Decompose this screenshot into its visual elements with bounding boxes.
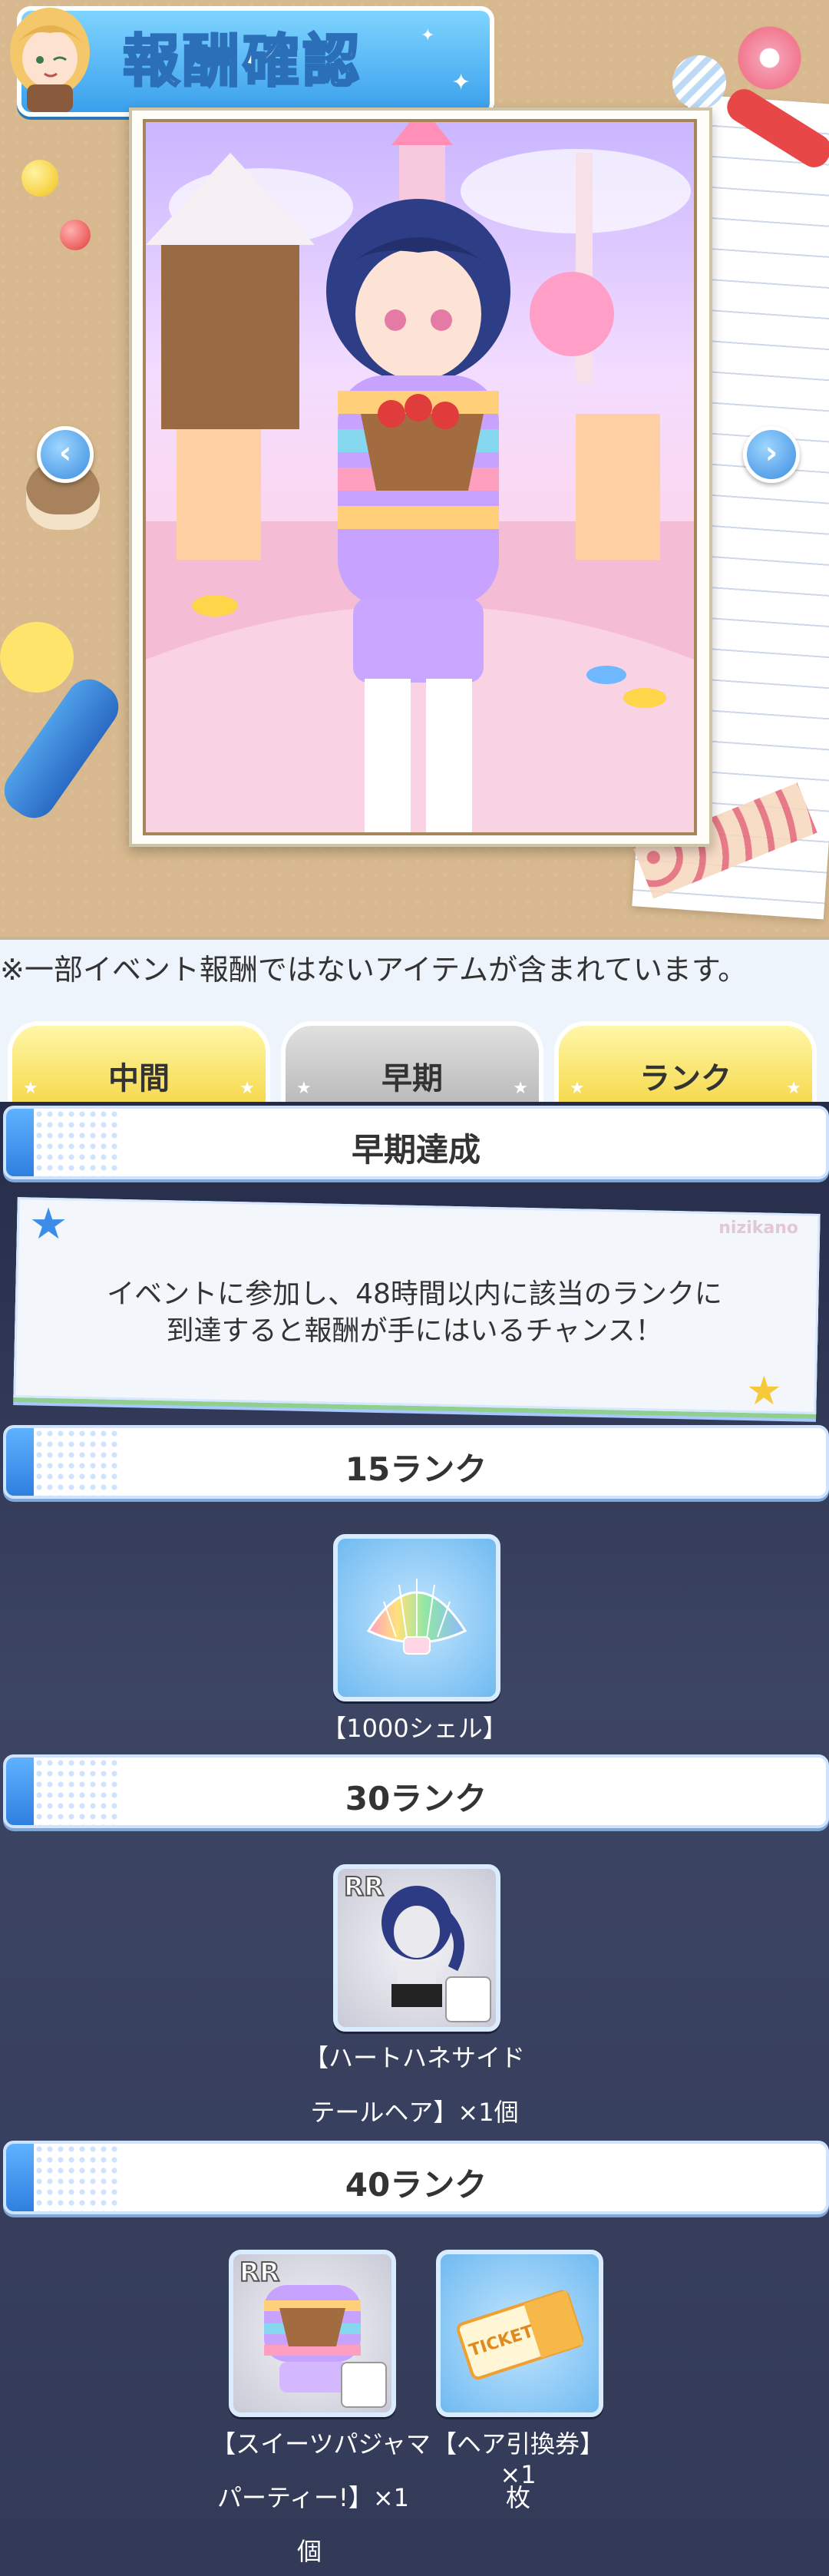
section-header: 早期達成 xyxy=(3,1106,829,1179)
reward-item-label: 個 xyxy=(296,2537,322,2566)
rarity-badge: RR xyxy=(343,1871,385,1903)
reward-item-outfit[interactable]: RR xyxy=(229,2250,396,2417)
reward-item-hair[interactable]: RR xyxy=(333,1864,500,2032)
rank-header-15: 15ランク xyxy=(3,1425,829,1499)
outfit-category-icon xyxy=(341,2362,387,2408)
candy-ball-yellow xyxy=(21,160,58,197)
rank-title: 15ランク xyxy=(345,1450,487,1488)
notice-text: ※一部イベント報酬ではないアイテムが含まれています。 xyxy=(0,953,748,987)
star-icon: ★ xyxy=(746,1368,782,1414)
candy-ball-red xyxy=(60,220,91,250)
description-line: 到達すると報酬が手にはいるチャンス！ xyxy=(166,1315,663,1347)
rank-header-30: 30ランク xyxy=(3,1754,829,1828)
reward-item-label: 枚 xyxy=(505,2483,530,2512)
description-line: イベントに参加し、48時間以内に該当のランクに xyxy=(107,1278,722,1310)
sparkle-icon: ✦ xyxy=(421,26,435,45)
tab-label: ランク xyxy=(639,1061,732,1096)
brand-watermark: nizikano xyxy=(718,1219,798,1238)
tab-label: 中間 xyxy=(108,1061,170,1096)
reward-item-ticket[interactable]: TICKET xyxy=(436,2250,603,2417)
reward-item-label: 【ハートハネサイド xyxy=(303,2043,525,2072)
tab-midterm[interactable]: ★ 中間 ★ xyxy=(8,1021,270,1110)
header-scene: ✦ ✦ ✦ 報酬確認 xyxy=(0,0,829,937)
star-icon: ★ xyxy=(23,1079,38,1098)
reward-item-shell[interactable] xyxy=(333,1534,500,1701)
star-icon: ★ xyxy=(570,1079,585,1098)
card-art xyxy=(146,122,694,832)
rarity-badge: RR xyxy=(239,2257,280,2289)
description-text: イベントに参加し、48時間以内に該当のランクに 到達すると報酬が手にはいるチャン… xyxy=(46,1276,783,1350)
star-icon: ★ xyxy=(29,1199,68,1249)
character-avatar xyxy=(10,8,90,112)
page-title: 報酬確認 xyxy=(122,28,362,96)
reward-item-label: 【スイーツパジャマ xyxy=(211,2429,431,2459)
hair-category-icon xyxy=(445,1976,491,2022)
section-title: 早期達成 xyxy=(351,1131,481,1169)
rank-title: 40ランク xyxy=(345,2166,487,2204)
chevron-right-icon[interactable]: › xyxy=(743,426,800,483)
tab-early[interactable]: ★ 早期 ★ xyxy=(281,1021,543,1110)
tab-label: 早期 xyxy=(381,1061,443,1096)
tab-rank[interactable]: ★ ランク ★ xyxy=(554,1021,817,1110)
reward-item-label: パーティー!】×1 xyxy=(216,2483,410,2512)
ball-decoration xyxy=(672,55,726,109)
reward-item-label: 【1000シェル】 xyxy=(322,1714,507,1743)
rank-title: 30ランク xyxy=(345,1780,487,1817)
ticket-icon: TICKET xyxy=(456,2290,584,2380)
marker-decoration xyxy=(0,670,128,827)
flower-decoration xyxy=(733,21,806,94)
star-icon: ★ xyxy=(513,1079,528,1098)
star-icon: ★ xyxy=(296,1079,312,1098)
rank-header-40: 40ランク xyxy=(3,2141,829,2214)
reward-item-label: テールヘア】×1個 xyxy=(310,2098,519,2127)
star-icon: ★ xyxy=(239,1079,255,1098)
chick-mascot xyxy=(0,622,74,693)
chevron-left-icon[interactable]: ‹ xyxy=(37,426,94,483)
reward-card-illustration xyxy=(143,119,697,835)
shell-icon xyxy=(366,1579,467,1655)
sparkle-icon: ✦ xyxy=(451,69,471,96)
star-icon: ★ xyxy=(786,1079,801,1098)
